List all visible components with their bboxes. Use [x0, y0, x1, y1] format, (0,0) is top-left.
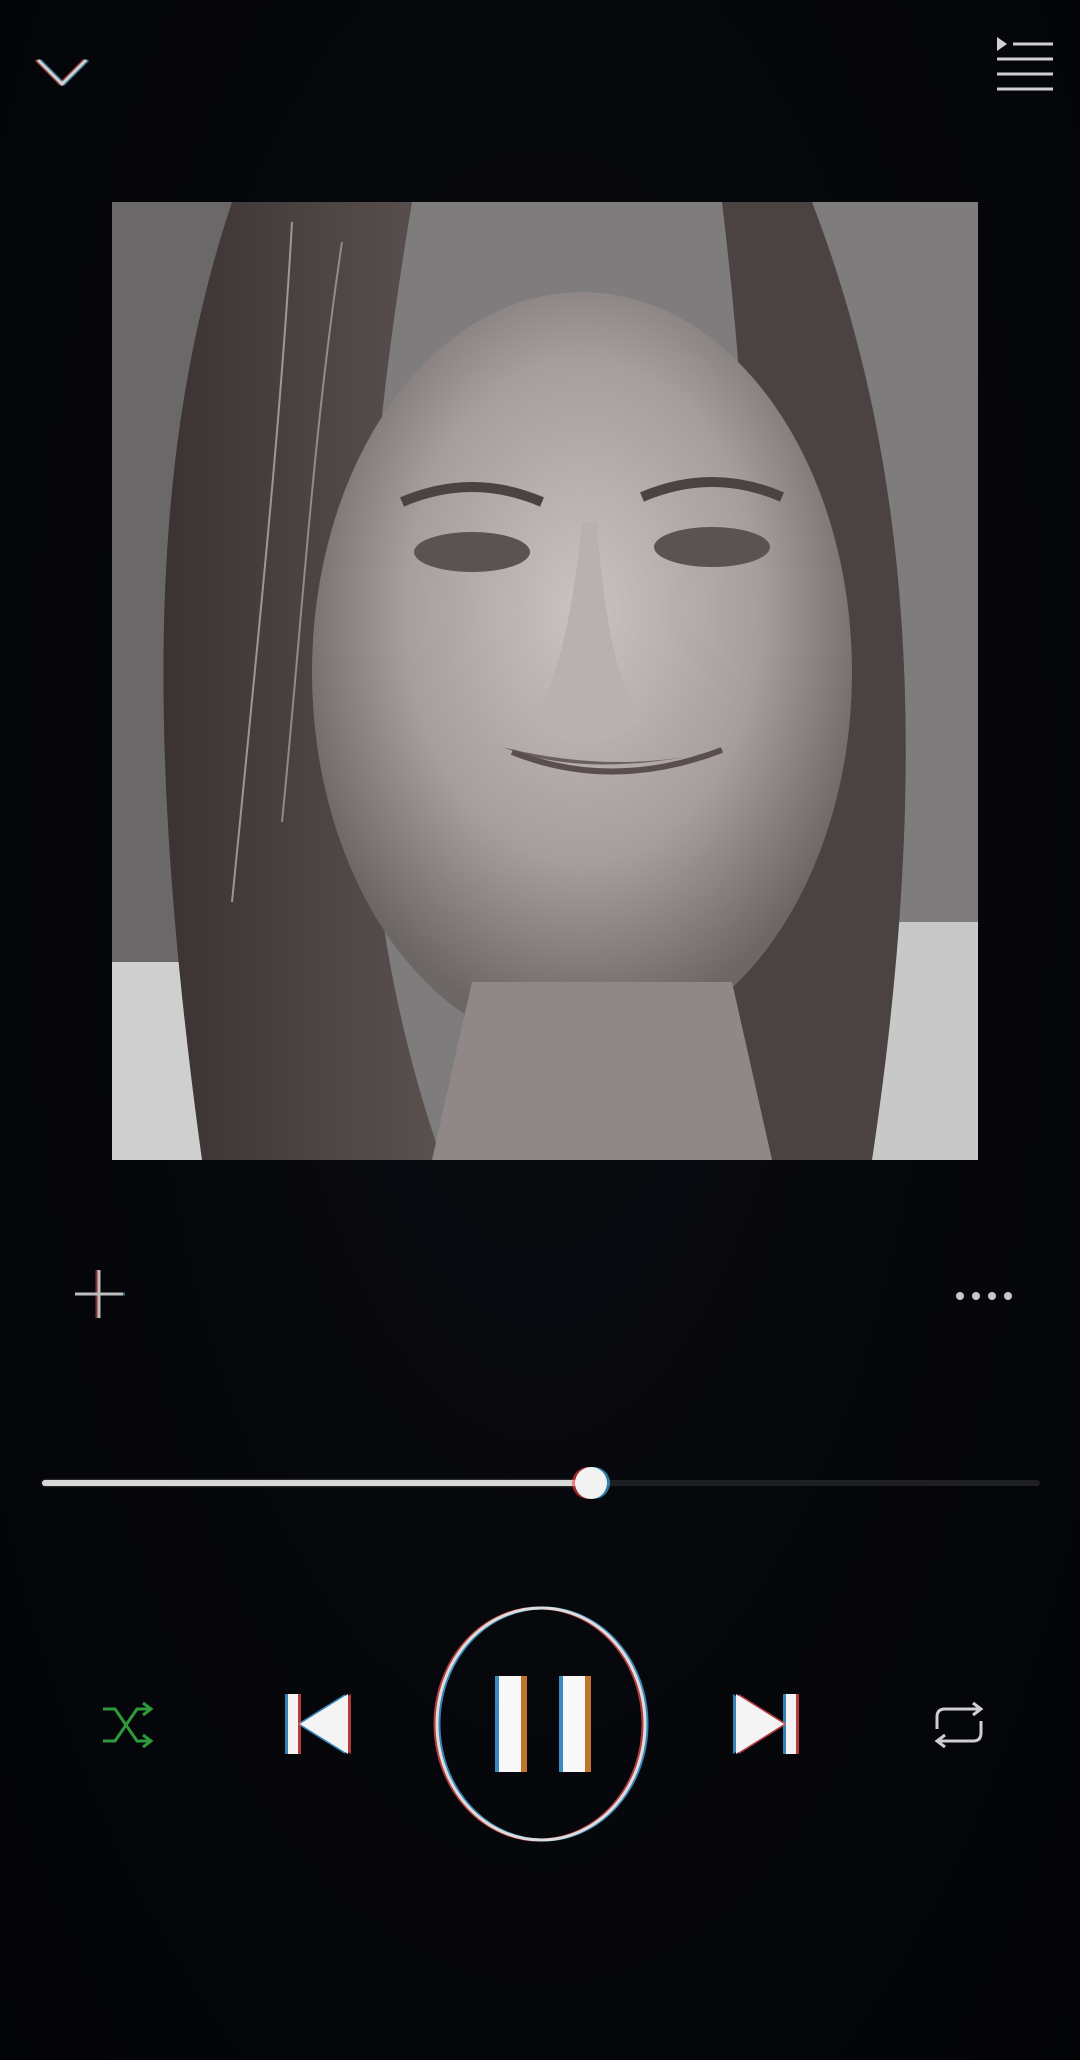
more-horizontal-icon	[956, 1292, 1012, 1300]
chevron-down-icon	[34, 58, 90, 87]
next-track-button[interactable]	[730, 1686, 804, 1762]
plus-icon	[75, 1270, 125, 1318]
add-to-library-button[interactable]	[64, 1262, 134, 1326]
progress-fill	[42, 1480, 591, 1486]
now-playing-screen	[0, 0, 1080, 2060]
skip-next-icon	[733, 1694, 799, 1754]
repeat-button[interactable]	[922, 1690, 996, 1760]
play-pause-button[interactable]	[430, 1602, 652, 1846]
repeat-icon	[934, 1701, 984, 1749]
pause-icon	[433, 1606, 649, 1842]
previous-track-button[interactable]	[280, 1686, 354, 1762]
shuffle-icon	[103, 1701, 154, 1749]
playback-progress-bar[interactable]	[42, 1466, 1040, 1500]
shuffle-button[interactable]	[92, 1690, 162, 1760]
collapse-button[interactable]	[24, 40, 100, 104]
skip-previous-icon	[285, 1694, 351, 1754]
progress-thumb[interactable]	[574, 1467, 607, 1499]
queue-list-icon	[997, 37, 1053, 91]
more-options-button[interactable]	[948, 1270, 1020, 1322]
queue-button[interactable]	[988, 28, 1062, 98]
album-cover-image	[112, 202, 978, 1160]
